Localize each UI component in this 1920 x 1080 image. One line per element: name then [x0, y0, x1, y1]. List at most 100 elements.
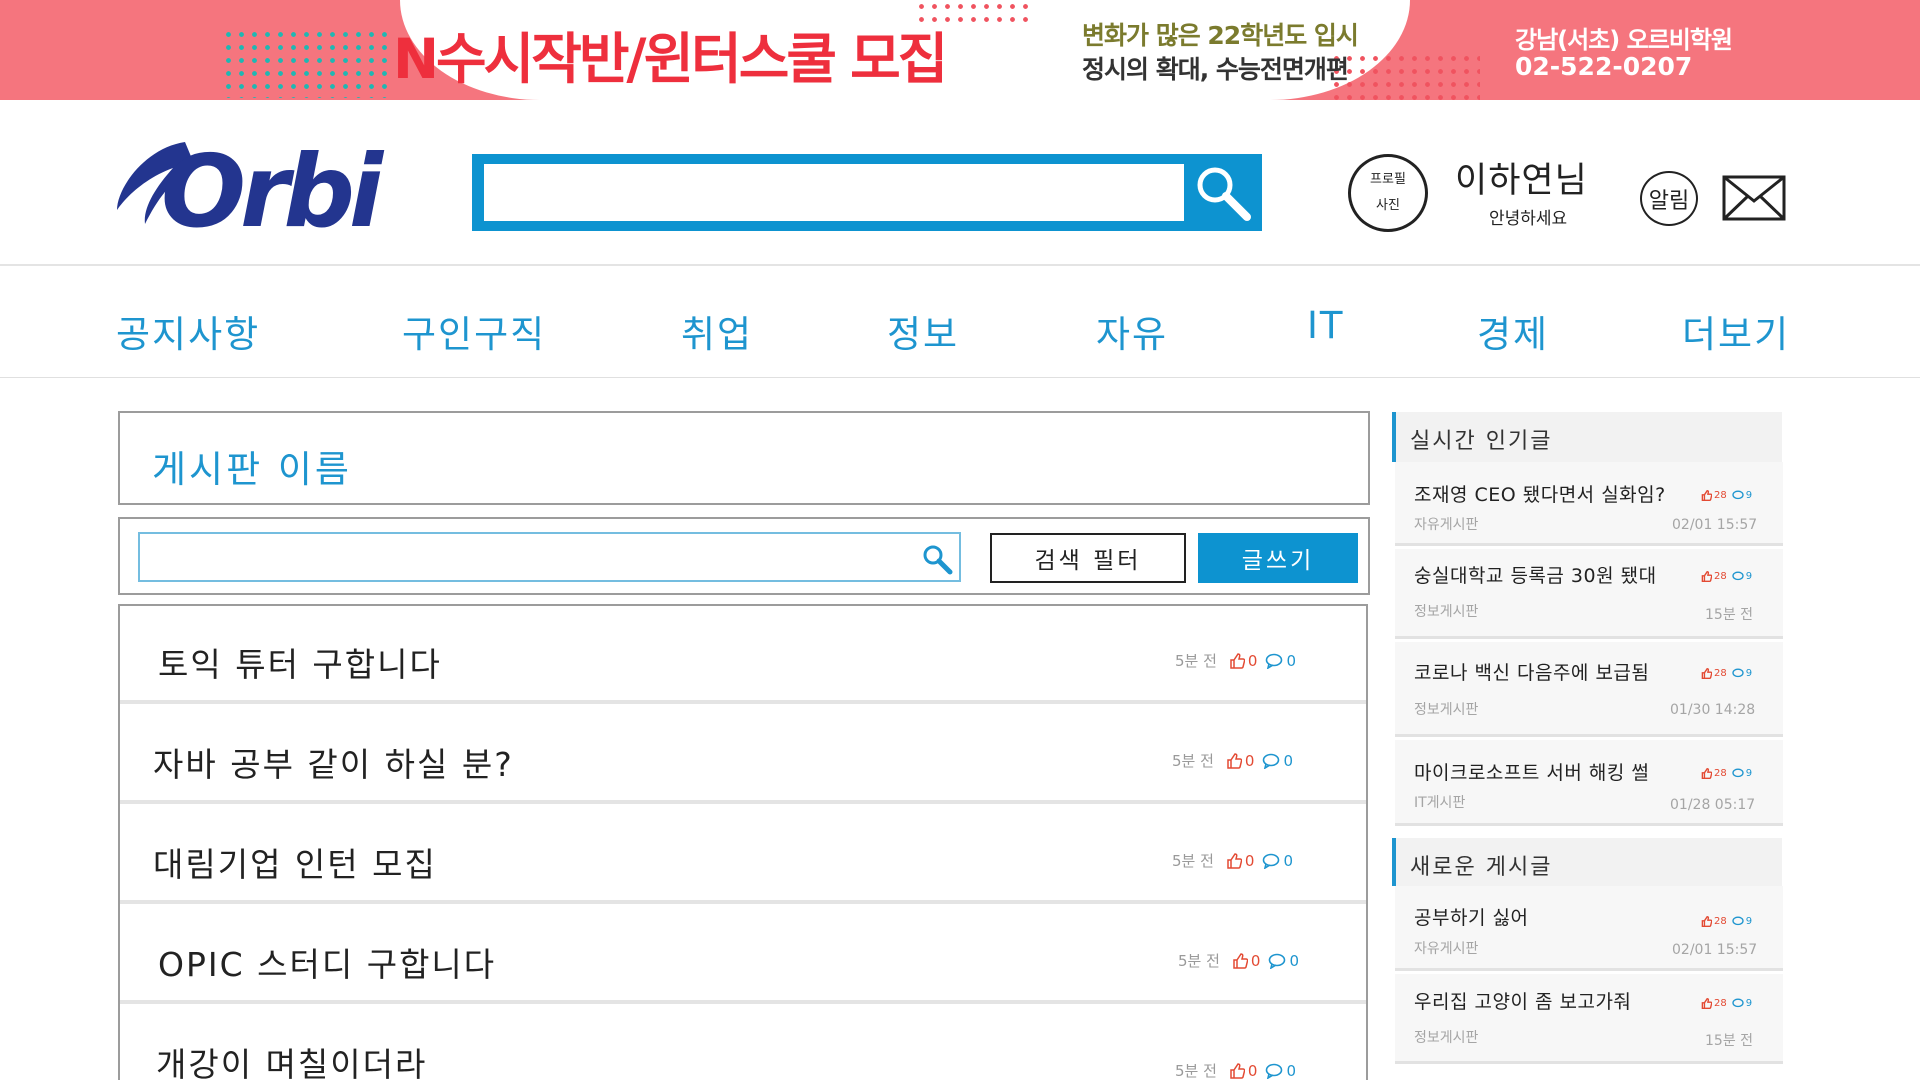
main-search-bar: [472, 154, 1262, 231]
post-meta: 5분 전 0 0: [1172, 850, 1293, 871]
popular-post-title[interactable]: 조재영 CEO 됐다면서 실화임?: [1414, 480, 1666, 507]
new-post-title[interactable]: 공부하기 싫어: [1414, 903, 1528, 930]
post-comments: 0: [1265, 652, 1296, 670]
post-time: 5분 전: [1172, 752, 1214, 770]
logo-text: Orbi: [161, 133, 385, 238]
popular-post-title[interactable]: 마이크로소프트 서버 해킹 썰: [1414, 758, 1649, 785]
profile-photo[interactable]: 프로필 사진: [1348, 154, 1428, 232]
comment-count: 9: [1745, 668, 1753, 679]
post-likes: 0: [1232, 952, 1260, 970]
board-toolbar: 검색 필터 글쓰기: [118, 517, 1370, 595]
nav-item-it[interactable]: IT: [1307, 304, 1345, 347]
post-row[interactable]: 자바 공부 같이 하실 분? 5분 전 0 0: [120, 706, 1366, 804]
search-icon: [1197, 167, 1251, 221]
write-post-button[interactable]: 글쓰기: [1198, 533, 1358, 583]
main-search-input[interactable]: [484, 164, 1184, 221]
thumbs-up-icon: [1227, 752, 1242, 769]
popular-post-item[interactable]: 코로나 백신 다음주에 보급됨 28 9 정보게시판 01/30 14:28: [1395, 642, 1783, 737]
post-title[interactable]: OPIC 스터디 구합니다: [158, 938, 496, 986]
post-like-count: 0: [1247, 651, 1258, 670]
new-post-stats: 28 9: [1701, 998, 1752, 1009]
like-count: 28: [1714, 916, 1727, 927]
ad-banner[interactable]: N수시작반/윈터스쿨 모집 변화가 많은 22학년도 입시 정시의 확대, 수능…: [0, 0, 1920, 100]
mail-button[interactable]: [1722, 175, 1786, 221]
nav-item-free[interactable]: 자유: [1096, 304, 1168, 358]
banner-academy: 강남(서초) 오르비학원: [1515, 26, 1733, 54]
new-post-title[interactable]: 우리집 고양이 좀 보고가줘: [1414, 987, 1631, 1014]
profile-photo-label: 프로필: [1370, 172, 1406, 187]
notification-button[interactable]: 알림: [1640, 171, 1698, 226]
new-posts-title: 새로운 게시글: [1410, 855, 1553, 880]
nav-item-more[interactable]: 더보기: [1682, 304, 1790, 358]
main-search-button[interactable]: [1192, 162, 1254, 224]
post-meta: 5분 전 0 0: [1178, 950, 1299, 971]
new-post-time: 15분 전: [1705, 1033, 1754, 1049]
new-post-category: 정보게시판: [1414, 1030, 1479, 1046]
post-time: 5분 전: [1175, 1062, 1217, 1080]
search-filter-button[interactable]: 검색 필터: [990, 533, 1186, 583]
post-title[interactable]: 토익 튜터 구합니다: [158, 638, 442, 686]
post-comment-count: 0: [1286, 651, 1297, 670]
comment-icon: [1269, 953, 1286, 969]
banner-dots-decoration: [1330, 52, 1480, 100]
popular-post-category: 자유게시판: [1414, 517, 1479, 533]
board-title: 게시판 이름: [152, 448, 352, 491]
banner-headline: N수시작반/윈터스쿨 모집: [393, 27, 948, 91]
thumbs-up-icon: [1230, 1062, 1245, 1079]
popular-post-item[interactable]: 숭실대학교 등록금 30원 됐대 28 9 정보게시판 15분 전: [1395, 549, 1783, 639]
comment-count: 9: [1745, 490, 1753, 501]
comment-icon: [1266, 1063, 1283, 1079]
post-row[interactable]: 대림기업 인턴 모집 5분 전 0 0: [120, 806, 1366, 904]
comment-icon: [1732, 998, 1744, 1008]
new-post-item[interactable]: 공부하기 싫어 28 9 자유게시판 02/01 15:57: [1395, 886, 1783, 971]
post-meta: 5분 전 0 0: [1175, 1060, 1296, 1080]
popular-post-item[interactable]: 마이크로소프트 서버 해킹 썰 28 9 IT게시판 01/28 05:17: [1395, 740, 1783, 826]
post-comments: 0: [1262, 752, 1293, 770]
notification-label: 알림: [1648, 188, 1690, 214]
nav-item-notice[interactable]: 공지사항: [116, 304, 260, 358]
popular-post-stats: 28 9: [1701, 490, 1752, 501]
like-count: 28: [1714, 490, 1727, 501]
board-search-button[interactable]: [921, 543, 953, 579]
post-title[interactable]: 개강이 며칠이더라: [156, 1038, 427, 1080]
post-comments: 0: [1265, 1062, 1296, 1080]
popular-post-title[interactable]: 코로나 백신 다음주에 보급됨: [1414, 658, 1649, 685]
nav-item-employment[interactable]: 취업: [681, 304, 753, 358]
like-count: 28: [1714, 998, 1727, 1009]
popular-posts-title: 실시간 인기글: [1410, 429, 1553, 454]
envelope-icon: [1722, 175, 1786, 221]
nav-item-economy[interactable]: 경제: [1477, 304, 1549, 358]
post-comments: 0: [1268, 952, 1299, 970]
thumbs-up-icon: [1701, 916, 1712, 927]
board-search-input[interactable]: [140, 534, 900, 580]
thumbs-up-icon: [1701, 998, 1712, 1009]
post-title[interactable]: 대림기업 인턴 모집: [153, 838, 437, 886]
popular-post-item[interactable]: 조재영 CEO 됐다면서 실화임? 28 9 자유게시판 02/01 15:57: [1395, 462, 1783, 546]
post-list: 토익 튜터 구합니다 5분 전 0 0 자바 공부 같이 하실 분? 5분 전 …: [118, 604, 1368, 1080]
nav-item-jobs-board[interactable]: 구인구직: [402, 304, 546, 358]
popular-post-time: 02/01 15:57: [1672, 517, 1758, 533]
post-time: 5분 전: [1178, 952, 1220, 970]
new-posts-header: 새로운 게시글: [1392, 838, 1782, 886]
thumbs-up-icon: [1230, 652, 1245, 669]
banner-subtitle: 변화가 많은 22학년도 입시: [1082, 21, 1359, 50]
post-comment-count: 0: [1289, 951, 1300, 970]
popular-post-title[interactable]: 숭실대학교 등록금 30원 됐대: [1414, 561, 1657, 588]
post-likes: 0: [1226, 751, 1255, 770]
post-row[interactable]: 토익 튜터 구합니다 5분 전 0 0: [120, 606, 1366, 704]
comment-icon: [1263, 753, 1280, 769]
post-title[interactable]: 자바 공부 같이 하실 분?: [153, 738, 514, 786]
comment-icon: [1732, 571, 1744, 581]
post-like-count: 0: [1244, 751, 1255, 770]
orbi-logo[interactable]: Orbi: [115, 128, 405, 250]
new-post-item[interactable]: 우리집 고양이 좀 보고가줘 28 9 정보게시판 15분 전: [1395, 974, 1783, 1064]
post-row[interactable]: OPIC 스터디 구합니다 5분 전 0 0: [120, 906, 1366, 1004]
new-post-stats: 28 9: [1701, 916, 1752, 927]
popular-post-stats: 28 9: [1701, 668, 1752, 679]
orbi-logo-graphic: Orbi: [117, 133, 391, 250]
nav-item-info[interactable]: 정보: [887, 304, 959, 358]
main-nav: 공지사항 구인구직 취업 정보 자유 IT 경제 더보기: [0, 266, 1920, 378]
post-row[interactable]: 개강이 며칠이더라 5분 전 0 0: [120, 1006, 1366, 1080]
profile-photo-label: 사진: [1376, 198, 1400, 213]
new-post-category: 자유게시판: [1414, 941, 1479, 957]
